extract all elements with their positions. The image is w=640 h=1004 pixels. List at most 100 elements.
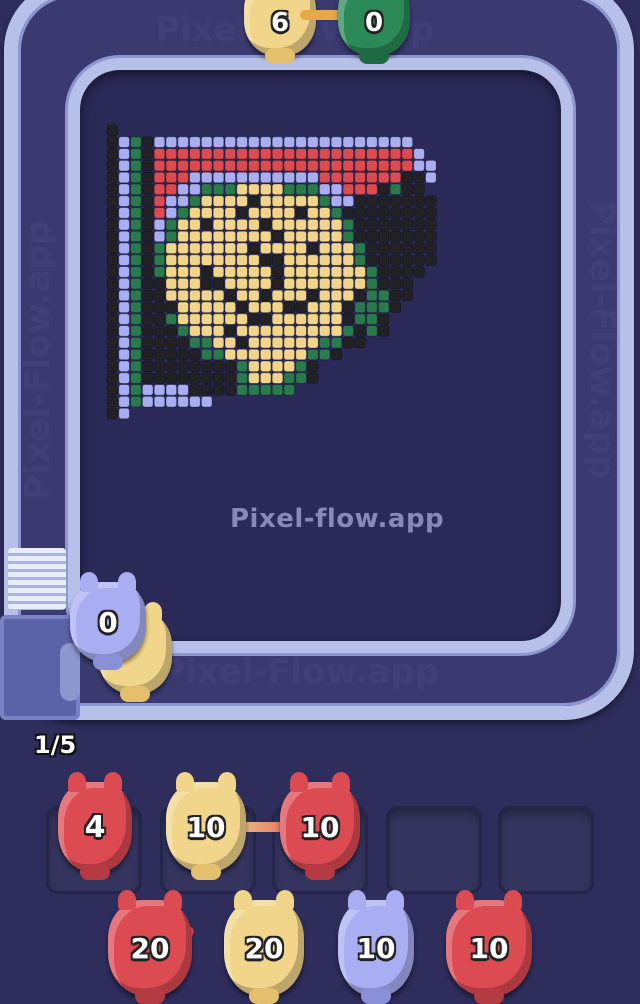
pixel-block xyxy=(130,159,142,172)
pixel-block xyxy=(283,254,296,266)
pixel-block xyxy=(307,348,319,361)
pixel-block xyxy=(153,183,166,196)
pixel-block xyxy=(177,136,189,148)
pixel-block xyxy=(212,289,225,302)
pixel-block xyxy=(283,372,296,384)
pixel-block xyxy=(177,384,189,396)
pixel-block xyxy=(236,207,248,219)
pixel-block xyxy=(118,254,130,266)
pixel-block xyxy=(248,183,260,196)
pixel-block xyxy=(153,348,166,361)
queue-pig-yellow[interactable]: 20 xyxy=(224,890,304,1004)
pixel-block xyxy=(342,171,355,184)
pixel-block xyxy=(283,207,296,219)
pixel-block xyxy=(106,360,119,373)
pixel-block xyxy=(271,266,284,278)
pixel-block xyxy=(189,148,201,160)
pixel-block xyxy=(177,266,189,278)
pixel-block xyxy=(224,372,237,384)
pixel-block xyxy=(366,266,378,278)
pixel-block xyxy=(224,336,237,349)
pixel-block xyxy=(141,148,154,160)
pixel-block xyxy=(377,230,390,243)
pixel-block xyxy=(271,148,284,160)
pixel-block xyxy=(271,289,284,302)
pixel-block xyxy=(377,301,390,314)
pixel-block xyxy=(236,195,248,207)
pixel-block xyxy=(189,336,201,349)
pixel-block xyxy=(248,325,260,337)
pixel-block xyxy=(259,372,272,384)
pixel-block xyxy=(189,171,201,184)
pixel-block xyxy=(118,230,130,243)
pixel-block xyxy=(271,242,284,255)
pixel-block xyxy=(141,136,154,148)
pixel-block xyxy=(200,395,213,408)
pixel-block xyxy=(200,289,213,302)
pixel-block xyxy=(354,254,366,266)
pixel-block xyxy=(307,230,319,243)
slot-pig-yellow[interactable]: 10 xyxy=(166,772,246,880)
pixel-block xyxy=(377,136,390,148)
pixel-block xyxy=(106,148,119,160)
pixel-block xyxy=(200,171,213,184)
pixel-block xyxy=(330,148,343,160)
pixel-block xyxy=(177,301,189,314)
slot-5[interactable] xyxy=(498,806,594,894)
pixel-block xyxy=(389,277,402,290)
pixel-block xyxy=(271,348,284,361)
pixel-block xyxy=(153,207,166,219)
pixel-block xyxy=(342,254,355,266)
pixel-block xyxy=(366,183,378,196)
queue-pig-blue[interactable]: 10 xyxy=(338,890,414,1004)
slot-pig-red[interactable]: 10 xyxy=(280,772,360,880)
pixel-block xyxy=(141,254,154,266)
pixel-block xyxy=(307,136,319,148)
pixel-block xyxy=(189,254,201,266)
pixel-block xyxy=(342,195,355,207)
pixel-block xyxy=(401,159,414,172)
pixel-block xyxy=(177,148,189,160)
pixel-block xyxy=(318,195,331,207)
pixel-block xyxy=(389,301,402,314)
pixel-block xyxy=(318,289,331,302)
pixel-block xyxy=(377,218,390,231)
pixel-block xyxy=(106,242,119,255)
pixel-block xyxy=(283,136,296,148)
pixel-block xyxy=(401,254,414,266)
pixel-block xyxy=(271,136,284,148)
pixel-block xyxy=(165,372,178,384)
pixel-block xyxy=(259,230,272,243)
pixel-block xyxy=(165,159,178,172)
pixel-block xyxy=(330,171,343,184)
pixel-block xyxy=(141,242,154,255)
slot-4[interactable] xyxy=(386,806,482,894)
queue-pig-red[interactable]: 20 xyxy=(108,890,192,1004)
pixel-block xyxy=(248,207,260,219)
pixel-block xyxy=(295,372,307,384)
pixel-block xyxy=(165,336,178,349)
pixel-block xyxy=(295,266,307,278)
queue-pig-red[interactable]: 10 xyxy=(446,890,532,1004)
pixel-block xyxy=(342,266,355,278)
pixel-block xyxy=(165,289,178,302)
pixel-block xyxy=(307,360,319,373)
pixel-block xyxy=(165,183,178,196)
pixel-block xyxy=(165,207,178,219)
pixel-block xyxy=(118,207,130,219)
pixel-block xyxy=(200,242,213,255)
pixel-block xyxy=(106,159,119,172)
center-watermark: Pixel-flow.app xyxy=(230,504,445,534)
pixel-block xyxy=(307,301,319,314)
pixel-block xyxy=(165,218,178,231)
pixel-block xyxy=(236,242,248,255)
pixel-block xyxy=(354,183,366,196)
pixel-block xyxy=(366,325,378,337)
pixel-block xyxy=(271,360,284,373)
pixel-block xyxy=(283,301,296,314)
pixel-block xyxy=(330,325,343,337)
pixel-block xyxy=(200,313,213,325)
pixel-block xyxy=(118,148,130,160)
slot-pig-red[interactable]: 4 xyxy=(58,772,132,880)
pixel-block xyxy=(236,336,248,349)
